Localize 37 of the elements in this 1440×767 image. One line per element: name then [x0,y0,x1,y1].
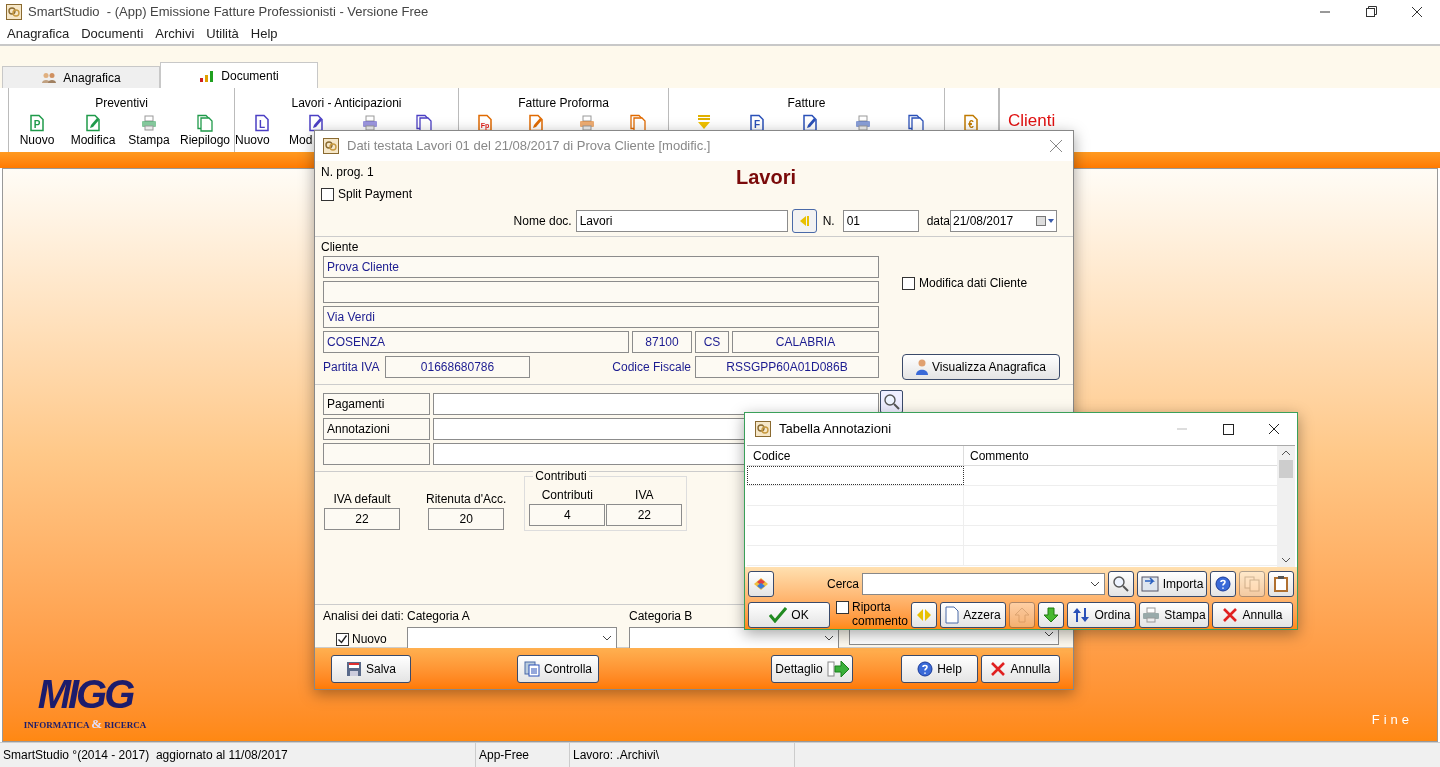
end-label: Fine [1371,710,1413,729]
checkbox-label: Split Payment [338,186,413,203]
checkbox-label: Nuovo [352,631,387,648]
dialog-title: Tabella Annotazioni [779,420,892,439]
section-legend: Cliente [321,241,879,253]
group-title: Preventivi [95,95,148,112]
window-title: SmartStudio - (App) Emissione Fatture Professionisti - Versione Free [28,3,429,22]
progressive-number: N. prog. 1 [321,164,375,181]
field-label: Codice Fiscale [612,359,691,376]
document-icon: P [28,114,46,132]
checkbox-label: Modifica dati Cliente [919,275,1028,292]
field-label: Nome doc. [513,213,572,230]
company-logo: MIGG INFORMATICA & RICERCA [22,673,148,733]
group-title: Fatture [787,95,826,112]
field-label: data [926,213,950,230]
field-label: N. [822,213,835,230]
dialog-title: Dati testata Lavori 01 del 21/08/2017 di Prova Cliente [modific.] [347,137,711,156]
status-bar-item: Lavoro: .Archivi\ [570,743,795,767]
field-label: Contributi [541,487,593,504]
section-legend: Contributi [533,469,589,483]
field-label: Analisi dei dati: [323,608,405,625]
group-title: Fatture Proforma [518,95,609,112]
field-label: Partita IVA [323,359,381,376]
field-label: IVA default [333,491,391,508]
status-bar-item: App-Free [476,743,570,767]
status-bar-item: SmartStudio °(2014 - 2017) aggiornato al 11/08/2017 [0,743,476,767]
document-icon: F [747,114,766,132]
document-icon: € [962,114,980,132]
field-label: IVA [635,487,654,504]
field-label: Categoria B [629,608,693,625]
field-label: Ritenuta d'Acc. [426,491,507,508]
group-title: Lavori - Anticipazioni [291,95,402,112]
field-label: Cerca [827,576,859,593]
field-label: Categoria A [407,608,470,625]
document-icon: L [253,114,271,132]
checkbox-label: Riporta commento [852,600,908,628]
document-heading: Lavori [736,165,797,189]
